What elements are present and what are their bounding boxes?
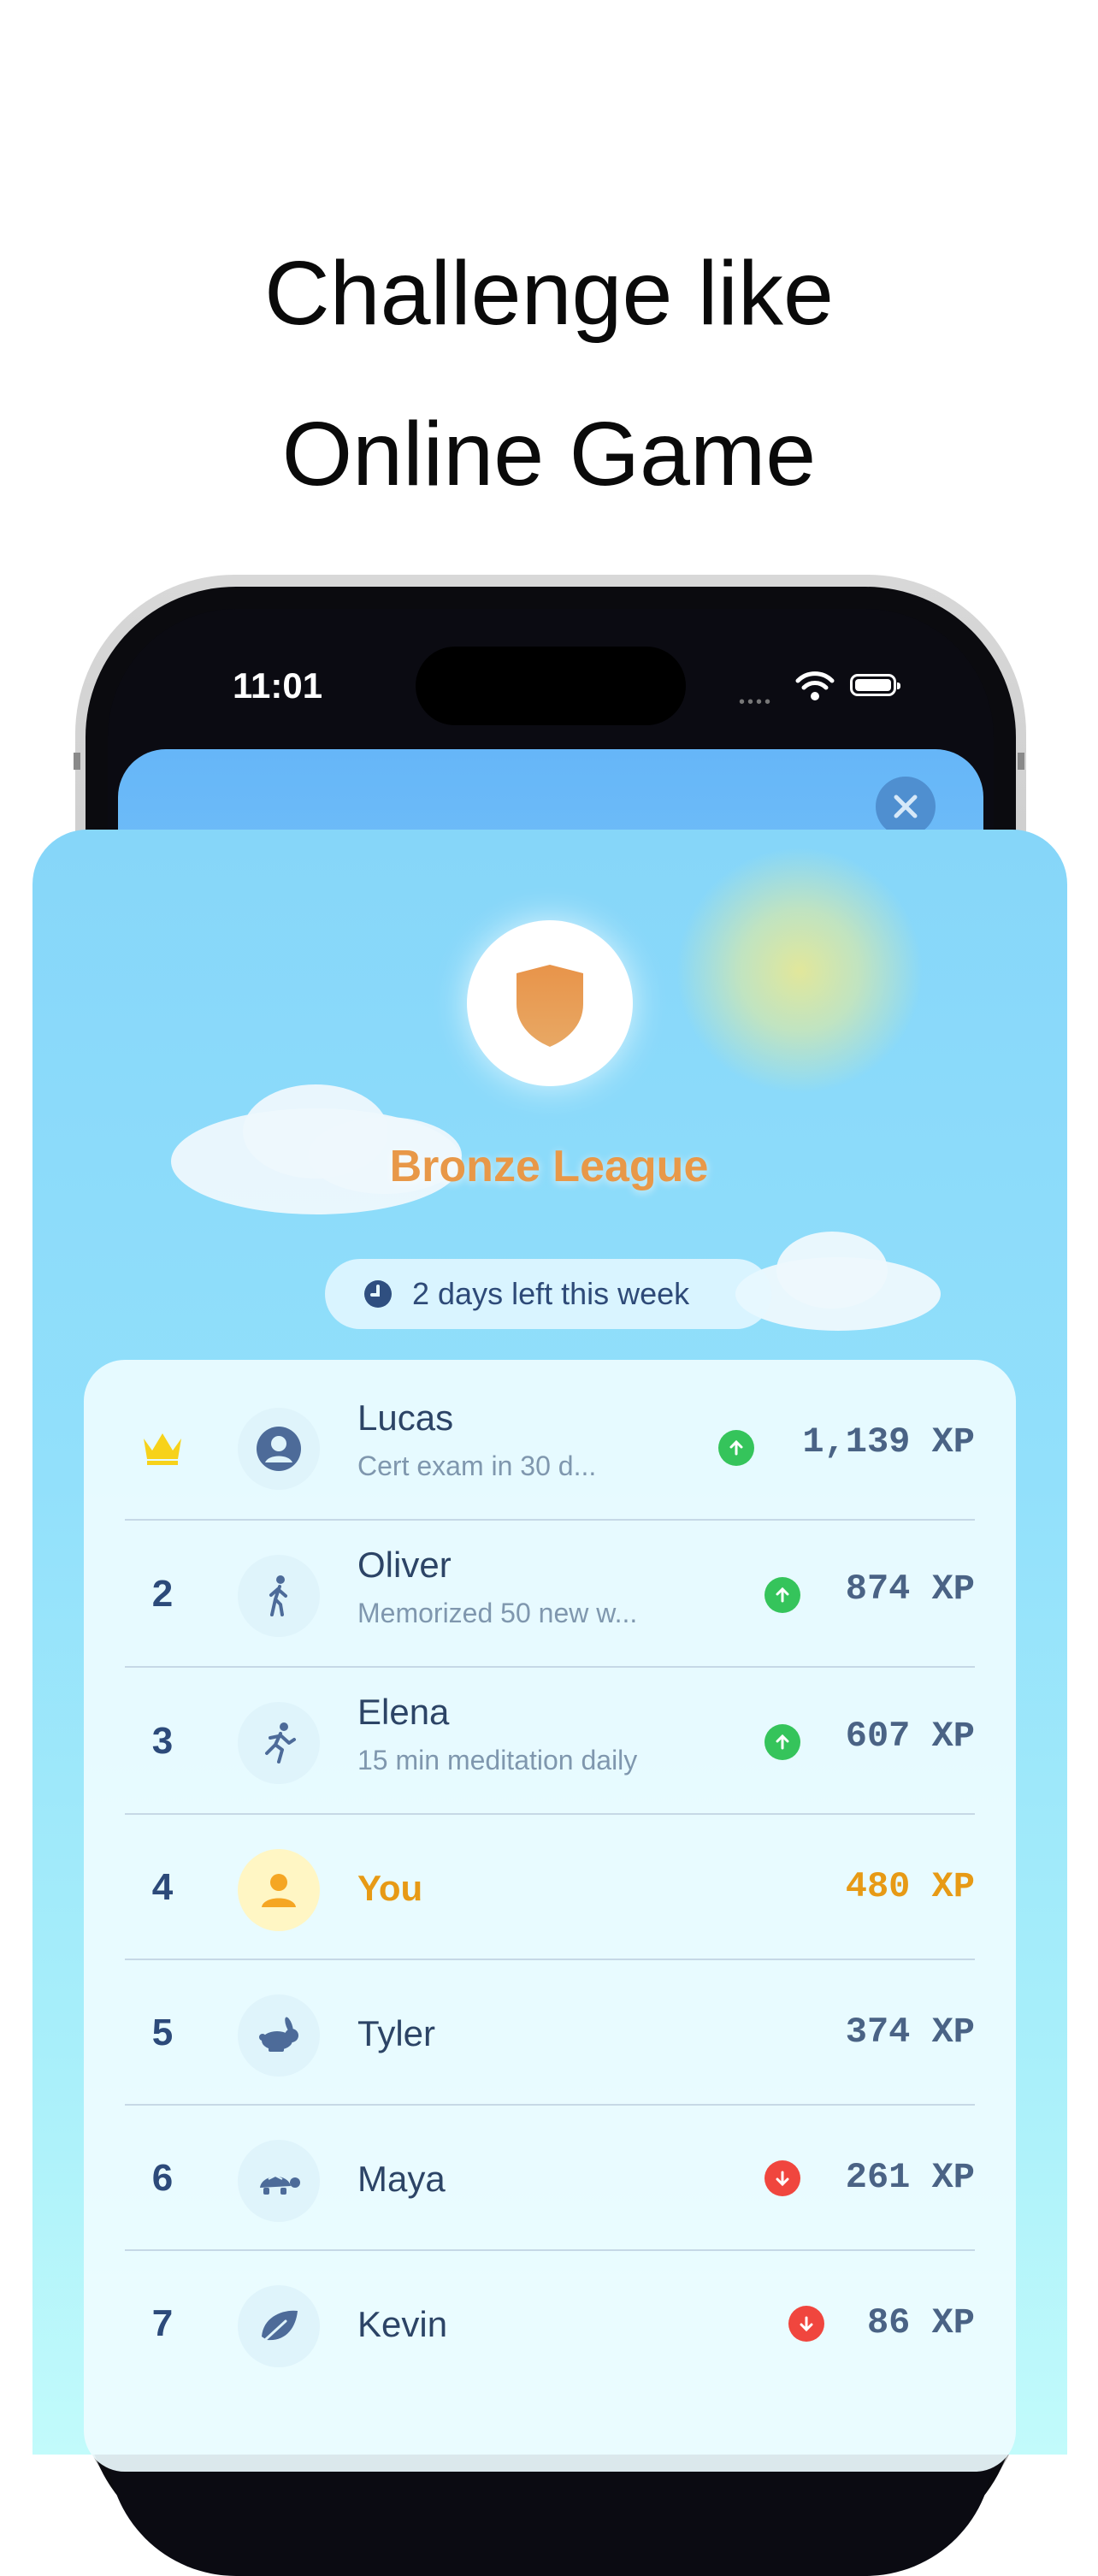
sun-decoration (676, 847, 924, 1095)
player-xp: 261 XP (845, 2157, 975, 2198)
player-name: Oliver (357, 1545, 452, 1585)
player-name: Elena (357, 1692, 450, 1732)
leaderboard-row[interactable]: 5 Tyler 374 XP (125, 1960, 975, 2106)
player-name: Maya (357, 2159, 446, 2199)
phone-side-button (1018, 753, 1024, 770)
shield-icon (517, 965, 583, 1047)
player-name: Lucas (357, 1397, 454, 1438)
wifi-icon (795, 671, 835, 700)
player-name: Tyler (357, 2013, 436, 2053)
player-goal: Memorized 50 new w... (357, 1598, 638, 1628)
rank-number: 7 (151, 2302, 174, 2344)
dynamic-island (416, 647, 686, 725)
arrow-down-icon (776, 2171, 789, 2187)
rank-up-badge (718, 1430, 754, 1466)
rank-number: 6 (151, 2157, 174, 2199)
running-icon (265, 1722, 296, 1764)
leaderboard-row[interactable]: 3 Elena 15 min meditation daily 607 XP (125, 1668, 975, 1815)
league-title: Bronze League (389, 1142, 709, 1191)
avatar (238, 1702, 320, 1784)
user-circle-icon (257, 1427, 301, 1471)
leaderboard-row[interactable]: 6 Maya 261 XP (125, 2106, 975, 2251)
player-xp: 1,139 XP (802, 1421, 975, 1462)
avatar (238, 1555, 320, 1637)
crown-icon (144, 1433, 181, 1465)
leaf-icon (262, 2310, 298, 2342)
rank-crown (125, 1374, 200, 1521)
leaderboard-row[interactable]: 7 Kevin 86 XP (125, 2251, 975, 2376)
player-goal: Cert exam in 30 d... (357, 1450, 597, 1481)
headline-line-2: Online Game (281, 404, 817, 505)
close-button[interactable] (876, 777, 936, 836)
clock-icon (364, 1280, 392, 1308)
cellular-signal-icon: •••• (739, 693, 774, 712)
avatar (238, 2140, 320, 2222)
walking-icon (269, 1575, 287, 1616)
avatar (238, 1994, 320, 2077)
timer-label: 2 days left this week (412, 1276, 690, 1311)
headline-line-1: Challenge like (264, 243, 834, 344)
avatar (238, 1849, 320, 1931)
player-xp: 607 XP (845, 1716, 975, 1757)
rank-down-badge (764, 2160, 800, 2196)
player-name: You (357, 1868, 423, 1908)
status-time: 11:01 (233, 665, 323, 706)
player-goal: 15 min meditation daily (357, 1745, 638, 1775)
arrow-up-icon (776, 1734, 789, 1750)
player-xp: 374 XP (845, 2012, 975, 2053)
avatar (238, 1408, 320, 1490)
battery-icon (850, 674, 900, 696)
leaderboard-row-self[interactable]: 4 You 480 XP (125, 1815, 975, 1960)
arrow-up-icon (776, 1586, 789, 1603)
close-icon (894, 795, 918, 818)
avatar (238, 2285, 320, 2367)
player-name: Kevin (357, 2304, 448, 2344)
week-timer: 2 days left this week (325, 1259, 771, 1329)
phone-side-button (74, 753, 80, 770)
turtle-icon (260, 2174, 300, 2195)
rabbit-icon (259, 2017, 298, 2052)
leaderboard-row[interactable]: 2 Oliver Memorized 50 new w... 874 XP (125, 1521, 975, 1668)
rank-number: 3 (151, 1720, 174, 1762)
player-xp: 86 XP (866, 2302, 975, 2343)
player-xp: 480 XP (845, 1866, 975, 1907)
rank-down-badge (788, 2306, 824, 2342)
rank-up-badge (764, 1724, 800, 1760)
rank-number: 5 (151, 2012, 174, 2053)
person-icon (262, 1874, 296, 1907)
leaderboard-row[interactable]: Lucas Cert exam in 30 d... 1,139 XP (125, 1374, 975, 1521)
rank-up-badge (764, 1577, 800, 1613)
rank-number: 2 (151, 1573, 174, 1615)
arrow-up-icon (729, 1439, 743, 1456)
player-xp: 874 XP (845, 1569, 975, 1610)
rank-number: 4 (151, 1866, 174, 1908)
arrow-down-icon (800, 2316, 813, 2332)
